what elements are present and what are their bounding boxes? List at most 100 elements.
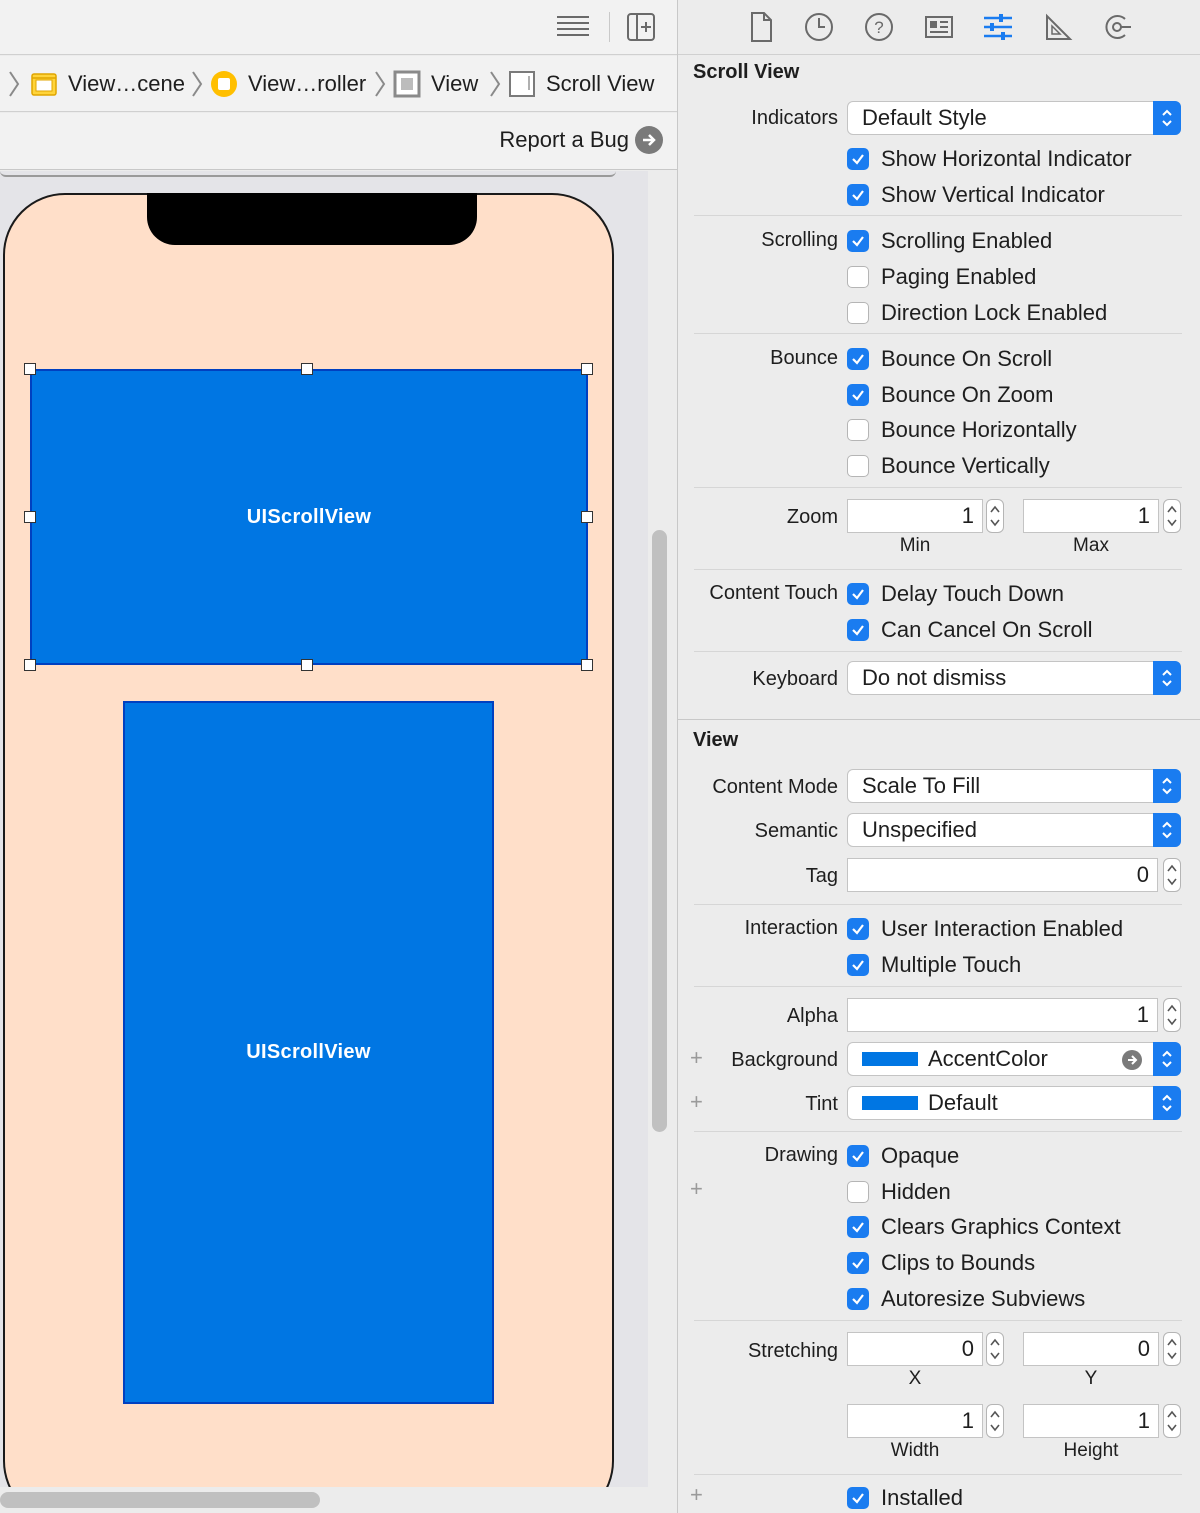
- identity-icon[interactable]: [922, 10, 956, 44]
- resize-handle[interactable]: [581, 511, 593, 523]
- checkmark-icon: [847, 918, 869, 940]
- attributes-icon[interactable]: [981, 10, 1015, 44]
- can-cancel-on-scroll-checkbox[interactable]: Can Cancel On Scroll: [847, 617, 1093, 643]
- checkbox-label: Bounce Vertically: [881, 453, 1050, 478]
- chevron-right-icon: [490, 71, 501, 97]
- hidden-checkbox[interactable]: Hidden: [847, 1179, 951, 1205]
- stretching-width-field[interactable]: 1: [847, 1404, 983, 1438]
- chevron-right-icon: [192, 71, 203, 97]
- arrow-right-circle-icon: [635, 126, 663, 154]
- stretching-width-stepper[interactable]: [986, 1404, 1004, 1438]
- clears-graphics-context-checkbox[interactable]: Clears Graphics Context: [847, 1214, 1121, 1240]
- show-horizontal-indicator-checkbox[interactable]: Show Horizontal Indicator: [847, 146, 1132, 172]
- bounce-vertically-checkbox[interactable]: Bounce Vertically: [847, 453, 1050, 479]
- tag-field[interactable]: 0: [847, 858, 1158, 892]
- keyboard-label: Keyboard: [752, 668, 838, 690]
- direction-lock-checkbox[interactable]: Direction Lock Enabled: [847, 300, 1107, 326]
- storyboard-canvas[interactable]: UIScrollView UIScrollView: [0, 171, 648, 1487]
- editor-options-icon[interactable]: [556, 11, 590, 43]
- tint-popup[interactable]: Default: [847, 1086, 1181, 1120]
- resize-handle[interactable]: [301, 363, 313, 375]
- indicators-popup[interactable]: Default Style: [847, 101, 1181, 135]
- stretching-height-stepper[interactable]: [1163, 1404, 1181, 1438]
- checkbox-label: User Interaction Enabled: [881, 916, 1124, 941]
- zoom-min-field[interactable]: 1: [847, 499, 983, 533]
- alpha-stepper[interactable]: [1163, 998, 1181, 1032]
- clips-to-bounds-checkbox[interactable]: Clips to Bounds: [847, 1250, 1035, 1276]
- tag-stepper[interactable]: [1163, 858, 1181, 892]
- keyboard-popup[interactable]: Do not dismiss: [847, 661, 1181, 695]
- checkmark-icon: [847, 184, 869, 206]
- plus-icon[interactable]: +: [690, 1482, 703, 1508]
- breadcrumb-item-view-controller[interactable]: View…roller: [210, 56, 366, 112]
- chevron-updown-icon: [1153, 101, 1181, 135]
- interaction-label: Interaction: [744, 917, 838, 939]
- breadcrumb-item-scene[interactable]: View…cene: [30, 56, 185, 112]
- zoom-max-field[interactable]: 1: [1023, 499, 1159, 533]
- checkmark-icon: [847, 348, 869, 370]
- background-label: Background: [731, 1049, 838, 1071]
- autoresize-subviews-checkbox[interactable]: Autoresize Subviews: [847, 1286, 1085, 1312]
- device-notch: [147, 193, 477, 245]
- history-icon[interactable]: [802, 10, 836, 44]
- divider: [694, 1320, 1182, 1321]
- checkmark-icon: [847, 583, 869, 605]
- show-vertical-indicator-checkbox[interactable]: Show Vertical Indicator: [847, 182, 1105, 208]
- resize-handle[interactable]: [581, 659, 593, 671]
- bounce-on-scroll-checkbox[interactable]: Bounce On Scroll: [847, 346, 1052, 372]
- resize-handle[interactable]: [581, 363, 593, 375]
- delay-touch-down-checkbox[interactable]: Delay Touch Down: [847, 581, 1064, 607]
- checkmark-icon: [847, 619, 869, 641]
- size-icon[interactable]: [1041, 10, 1075, 44]
- checkbox-empty: [847, 266, 869, 288]
- opaque-checkbox[interactable]: Opaque: [847, 1143, 959, 1169]
- resize-handle[interactable]: [24, 511, 36, 523]
- divider: [694, 487, 1182, 488]
- stretching-x-stepper[interactable]: [986, 1332, 1004, 1366]
- checkmark-icon: [847, 954, 869, 976]
- horizontal-scrollbar[interactable]: [0, 1492, 320, 1508]
- paging-enabled-checkbox[interactable]: Paging Enabled: [847, 264, 1036, 290]
- arrow-right-circle-icon[interactable]: [1122, 1050, 1142, 1070]
- stretching-height-field[interactable]: 1: [1023, 1404, 1159, 1438]
- chevron-right-icon: [375, 71, 386, 97]
- breadcrumb-label: View…roller: [248, 71, 367, 96]
- add-editor-icon[interactable]: [626, 11, 660, 43]
- breadcrumb-item-view[interactable]: View: [393, 56, 478, 112]
- scrolling-enabled-checkbox[interactable]: Scrolling Enabled: [847, 228, 1052, 254]
- help-icon[interactable]: ?: [862, 10, 896, 44]
- bounce-horizontally-checkbox[interactable]: Bounce Horizontally: [847, 417, 1077, 443]
- scroll-view[interactable]: UIScrollView: [123, 701, 494, 1404]
- semantic-popup[interactable]: Unspecified: [847, 813, 1181, 847]
- scroll-view-selected[interactable]: UIScrollView: [30, 369, 588, 665]
- file-icon[interactable]: [744, 10, 778, 44]
- resize-handle[interactable]: [301, 659, 313, 671]
- keyboard-value: Do not dismiss: [862, 665, 1007, 690]
- checkbox-label: Delay Touch Down: [881, 581, 1065, 606]
- bounce-on-zoom-checkbox[interactable]: Bounce On Zoom: [847, 382, 1053, 408]
- chevron-updown-icon: [1153, 813, 1181, 847]
- connections-icon[interactable]: [1100, 10, 1134, 44]
- multiple-touch-checkbox[interactable]: Multiple Touch: [847, 952, 1021, 978]
- breadcrumb-item-scroll-view[interactable]: Scroll View: [508, 56, 654, 112]
- installed-checkbox[interactable]: Installed: [847, 1485, 963, 1511]
- stretching-y-field[interactable]: 0: [1023, 1332, 1159, 1366]
- resize-handle[interactable]: [24, 659, 36, 671]
- stretching-x-field[interactable]: 0: [847, 1332, 983, 1366]
- resize-handle[interactable]: [24, 363, 36, 375]
- content-mode-value: Scale To Fill: [862, 773, 981, 798]
- vertical-scrollbar[interactable]: [652, 530, 667, 1132]
- stretching-y-stepper[interactable]: [1163, 1332, 1181, 1366]
- alpha-field[interactable]: 1: [847, 998, 1158, 1032]
- user-interaction-checkbox[interactable]: User Interaction Enabled: [847, 916, 1123, 942]
- content-mode-popup[interactable]: Scale To Fill: [847, 769, 1181, 803]
- checkmark-icon: [847, 1288, 869, 1310]
- toolbar-separator: [609, 12, 610, 42]
- zoom-min-stepper[interactable]: [986, 499, 1004, 533]
- background-popup[interactable]: AccentColor: [847, 1042, 1181, 1076]
- report-bug-button[interactable]: Report a Bug: [499, 126, 663, 154]
- indicators-label: Indicators: [751, 107, 838, 129]
- divider: [694, 569, 1182, 570]
- zoom-max-stepper[interactable]: [1163, 499, 1181, 533]
- plus-icon[interactable]: +: [690, 1176, 703, 1202]
